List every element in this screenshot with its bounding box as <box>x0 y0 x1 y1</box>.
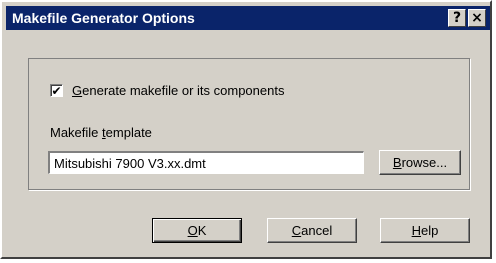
generate-mnemonic: G <box>72 83 83 98</box>
dialog-title: Makefile Generator Options <box>12 10 195 26</box>
cancel-button[interactable]: Cancel <box>267 218 357 243</box>
ok-label: K <box>197 223 207 238</box>
help-icon[interactable]: ? <box>448 9 466 27</box>
close-icon[interactable]: × <box>468 9 486 27</box>
ok-mnemonic: O <box>187 223 198 238</box>
browse-button[interactable]: Browse... <box>379 150 461 175</box>
cancel-mnemonic: C <box>291 223 302 238</box>
template-label-start: Makefile <box>50 125 103 140</box>
makefile-template-input[interactable] <box>48 151 364 174</box>
makefile-options-dialog: Makefile Generator Options ? × ✔ Generat… <box>0 0 492 259</box>
browse-mnemonic: B <box>392 155 402 170</box>
makefile-template-label: Makefile template <box>50 125 152 140</box>
generate-label-text: enerate makefile or its components <box>82 83 285 98</box>
help-mnemonic: H <box>411 223 422 238</box>
browse-label: rowse... <box>401 155 448 170</box>
generate-makefile-checkbox[interactable]: ✔ <box>50 84 63 97</box>
title-bar-buttons: ? × <box>448 9 486 27</box>
cancel-label: ancel <box>301 223 333 238</box>
generate-makefile-option[interactable]: ✔ Generate makefile or its components <box>50 83 284 98</box>
template-label-end: emplate <box>105 125 152 140</box>
ok-button[interactable]: OK <box>152 218 242 243</box>
title-bar[interactable]: Makefile Generator Options ? × <box>6 6 490 30</box>
checkmark-icon: ✔ <box>51 83 62 98</box>
generate-makefile-label: Generate makefile or its components <box>72 83 284 98</box>
help-button[interactable]: Help <box>380 218 470 243</box>
help-label: elp <box>421 223 439 238</box>
